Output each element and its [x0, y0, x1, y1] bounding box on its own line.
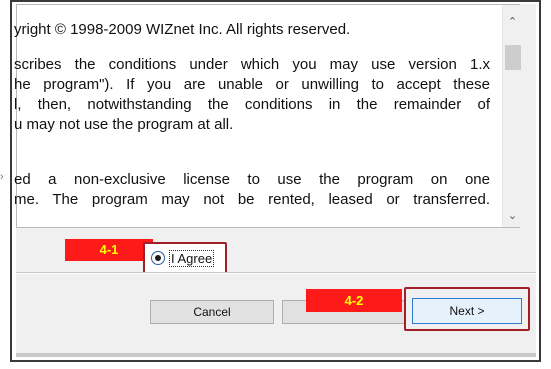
next-button[interactable]: Next > [412, 298, 522, 324]
license-textbox[interactable]: yright © 1998-2009 WIZnet Inc. All right… [14, 4, 522, 228]
license-text: yright © 1998-2009 WIZnet Inc. All right… [14, 5, 504, 227]
agree-highlight: I Agree [143, 242, 227, 274]
agree-radio[interactable] [151, 251, 165, 265]
license-line: yright © 1998-2009 WIZnet Inc. All right… [14, 21, 351, 38]
license-dialog: yright © 1998-2009 WIZnet Inc. All right… [14, 4, 536, 357]
agree-label[interactable]: I Agree [169, 250, 215, 267]
annotation-step-4-2: 4-2 [306, 289, 402, 312]
chevron-down-icon[interactable]: ⌄ [503, 207, 522, 225]
chevron-right-icon: › [0, 171, 4, 183]
license-line: l, then, notwithstanding the conditions … [14, 96, 490, 113]
chevron-up-icon[interactable]: ⌃ [503, 13, 522, 31]
scroll-thumb[interactable] [505, 45, 521, 70]
license-line: he program"). If you are unable or unwil… [14, 76, 490, 93]
license-line: u may not use the program at all. [14, 116, 234, 133]
divider-highlight [16, 273, 536, 274]
license-line: scribes the conditions under which you m… [14, 56, 490, 73]
annotation-step-4-1: 4-1 [65, 239, 153, 261]
radio-selected-dot [155, 255, 161, 261]
license-line: me. The program may not be rented, lease… [14, 191, 490, 208]
vertical-scrollbar[interactable]: ⌃ ⌄ [502, 5, 522, 227]
cancel-button[interactable]: Cancel [150, 300, 274, 324]
license-line: ed a non-exclusive license to use the pr… [14, 171, 490, 188]
dialog-bottom-edge [16, 353, 536, 357]
